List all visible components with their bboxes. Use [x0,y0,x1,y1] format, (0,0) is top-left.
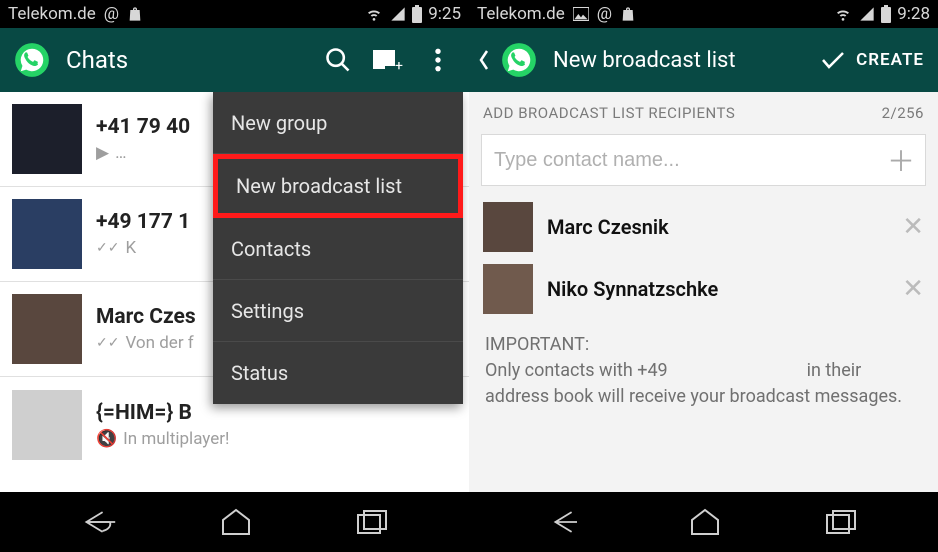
whatsapp-icon [14,42,50,78]
read-receipt-icon: ✓✓ [96,240,119,256]
signal-icon [859,6,875,22]
app-bar: Chats + [0,28,469,92]
remove-recipient-icon[interactable]: ✕ [902,212,924,242]
battery-icon [881,5,891,23]
add-contact-icon[interactable]: ＋ [887,140,915,180]
chat-subtitle: 🔇 In multiplayer! [96,429,229,449]
home-icon[interactable] [688,508,722,536]
app-title: Chats [66,46,305,74]
status-bar: Telekom.de @ 9:28 [469,0,938,28]
overflow-menu-icon[interactable] [421,43,455,77]
muted-icon: 🔇 [96,429,117,449]
chat-name: +41 79 40 [96,115,190,139]
device-chats: Telekom.de @ 9:25 [0,0,469,552]
chat-name: {=HIM=} B [96,401,229,425]
avatar [483,264,533,314]
broadcast-content: ADD BROADCAST LIST RECIPIENTS 2/256 ＋ Ma… [469,92,938,492]
read-receipt-icon: ✓✓ [96,335,119,351]
signal-icon [390,6,406,22]
battery-icon [412,5,422,23]
play-icon: ▶ [96,143,109,163]
recipient-row[interactable]: Niko Synnatzschke ✕ [469,258,938,320]
bag-icon [127,6,143,22]
remove-recipient-icon[interactable]: ✕ [902,274,924,304]
section-label: ADD BROADCAST LIST RECIPIENTS [483,104,735,122]
status-bar: Telekom.de @ 9:25 [0,0,469,28]
bag-icon [620,6,636,22]
chat-name: Marc Czes [96,305,196,329]
recipient-count: 2/256 [882,104,924,122]
recipient-name: Marc Czesnik [547,215,888,239]
avatar [12,294,82,364]
chat-subtitle: ▶ … [96,143,190,163]
recent-apps-icon[interactable] [825,509,857,535]
avatar [483,202,533,252]
menu-settings[interactable]: Settings [213,280,463,342]
chat-list: +41 79 40 ▶ … +49 177 1 ✓✓ K [0,92,469,492]
recent-apps-icon[interactable] [356,509,388,535]
back-chevron-icon[interactable] [477,48,491,72]
android-nav-bar [469,492,938,552]
avatar [12,390,82,460]
create-button[interactable]: CREATE [820,50,924,70]
recipient-name: Niko Synnatzschke [547,277,888,301]
home-icon[interactable] [219,508,253,536]
menu-new-broadcast[interactable]: New broadcast list [213,154,463,218]
clock-label: 9:25 [428,4,461,24]
at-icon: @ [104,4,119,24]
wifi-icon [833,6,853,22]
clock-label: 9:28 [897,4,930,24]
menu-status[interactable]: Status [213,342,463,404]
back-icon[interactable] [550,507,586,537]
carrier-label: Telekom.de [477,4,565,24]
app-bar: New broadcast list CREATE [469,28,938,92]
overflow-menu: New group New broadcast list Contacts Se… [213,92,463,404]
whatsapp-icon[interactable] [501,42,537,78]
avatar [12,199,82,269]
back-icon[interactable] [81,507,117,537]
chat-name: +49 177 1 [96,210,190,234]
menu-contacts[interactable]: Contacts [213,218,463,280]
contact-search-input[interactable] [492,148,887,173]
info-heading: IMPORTANT: [485,332,922,358]
info-text: IMPORTANT: Only contacts with +49 in the… [469,320,938,422]
new-chat-icon[interactable]: + [371,43,405,77]
app-title: New broadcast list [553,48,804,73]
recipient-row[interactable]: Marc Czesnik ✕ [469,196,938,258]
device-broadcast: Telekom.de @ 9:28 [469,0,938,552]
chat-subtitle: ✓✓ K [96,238,190,258]
wifi-icon [364,6,384,22]
menu-new-group[interactable]: New group [213,92,463,154]
svg-text:+: + [395,58,403,73]
avatar [12,104,82,174]
chat-subtitle: ✓✓ Von der f [96,333,196,353]
at-icon: @ [597,4,612,24]
search-icon[interactable] [321,43,355,77]
contact-search-row: ＋ [481,134,926,186]
image-icon [573,7,589,21]
section-header: ADD BROADCAST LIST RECIPIENTS 2/256 [469,92,938,134]
android-nav-bar [0,492,469,552]
carrier-label: Telekom.de [8,4,96,24]
